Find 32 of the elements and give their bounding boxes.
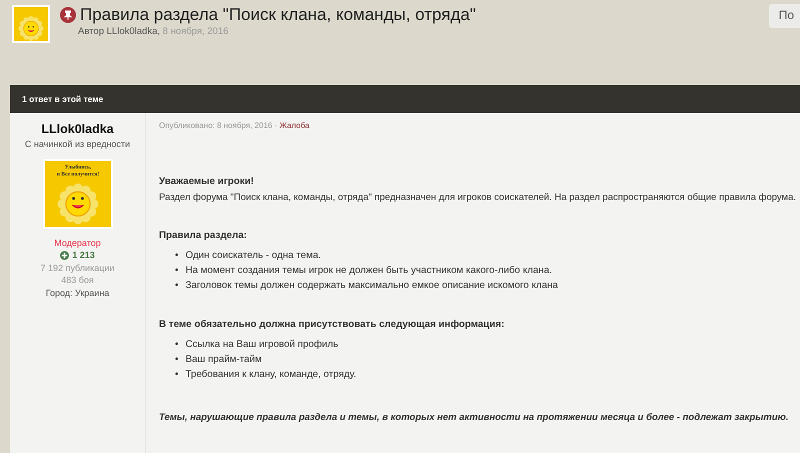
author-role: Модератор xyxy=(54,236,101,249)
published-date: Опубликовано: 8 ноября, 2016 xyxy=(159,121,272,130)
bullet: • xyxy=(175,353,178,367)
closing-note: Темы, нарушающие правила раздела и темы, в которых нет активности на протяжении месяца и более - подлежат закрытию. xyxy=(159,412,790,423)
bullet: • xyxy=(175,368,178,382)
reputation-count: 1 213 xyxy=(72,249,95,262)
topic-title: Правила раздела "Поиск клана, команды, отряда" xyxy=(80,5,476,25)
plus-icon xyxy=(60,250,70,260)
section-heading: Уважаемые игроки! xyxy=(159,176,255,187)
list-item: На момент создания темы игрок не должен быть участником какого-либо клана. xyxy=(185,264,552,278)
section-heading: В теме обязательно должна присутствовать следующая информация: xyxy=(159,319,506,330)
post-count: 7 192 публикации xyxy=(40,262,114,274)
section-heading: Правила раздела: xyxy=(159,230,248,241)
author-city: Город: Украина xyxy=(46,286,110,299)
top-button[interactable]: По xyxy=(768,4,800,28)
list-item: Ссылка на Ваш игровой профиль xyxy=(185,338,338,352)
bullet: • xyxy=(175,264,178,278)
bullet: • xyxy=(175,279,178,293)
battle-count: 483 боя xyxy=(61,274,94,286)
replies-bar: 1 ответ в этой теме xyxy=(10,85,800,113)
bullet: • xyxy=(175,338,178,352)
list-item: Ваш прайм-тайм xyxy=(185,353,262,367)
list-item: Один соискатель - одна тема. xyxy=(185,249,322,263)
list-item: Требования к клану, команде, отряду. xyxy=(185,368,356,382)
topic-byline: Автор LLlok0ladka, 8 ноября, 2016 xyxy=(78,26,230,37)
separator: · xyxy=(274,121,278,130)
list-item: Заголовок темы должен содержать максимально емкое описание искомого клана xyxy=(185,279,558,293)
bullet: • xyxy=(175,249,178,263)
paragraph: Раздел форума "Поиск клана, команды, отряда" предназначен для игроков соискателей. На раздел распространяются общие правила форума. xyxy=(159,192,797,203)
author-title: С начинкой из вредности xyxy=(24,138,130,150)
author-name[interactable]: LLlok0ladka xyxy=(41,120,114,138)
report-link[interactable]: Жалоба xyxy=(280,121,310,130)
